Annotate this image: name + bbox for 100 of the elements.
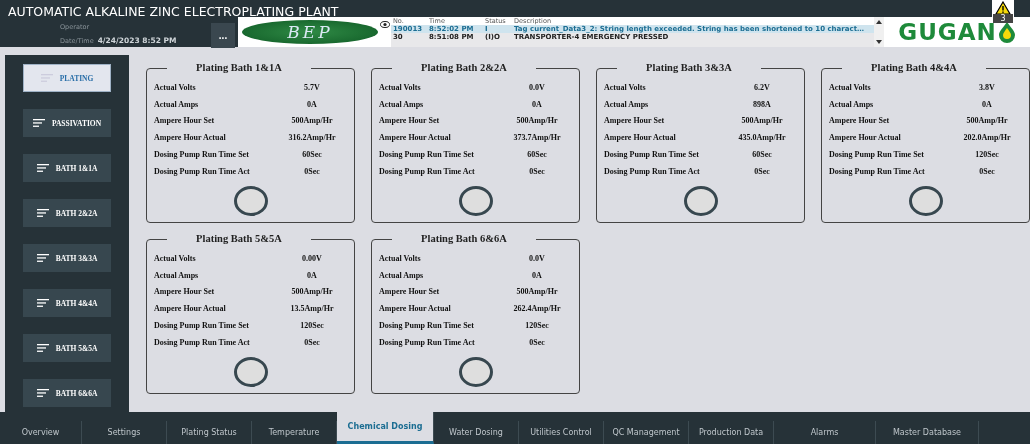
field-label: Dosing Pump Run Time Set — [154, 150, 250, 160]
field-value: 0Sec — [978, 166, 996, 176]
card-title: Plating Bath 4&4A — [842, 62, 986, 73]
field-label: Ampere Hour Set — [154, 287, 216, 297]
lines-icon — [36, 164, 49, 172]
field-label: Actual Amps — [154, 99, 200, 109]
lines-icon — [32, 119, 45, 127]
field-label: Ampere Hour Set — [829, 116, 891, 126]
card-title: Plating Bath 3&3A — [617, 62, 761, 73]
card-title: Plating Bath 2&2A — [392, 62, 536, 73]
field-value: 500Amp/Hr — [965, 116, 1009, 126]
field-value: 0A — [306, 99, 318, 109]
field-label: Ampere Hour Set — [379, 116, 441, 126]
status-lamp-icon — [458, 186, 493, 216]
lines-icon — [36, 209, 49, 217]
field-label: Actual Volts — [154, 82, 197, 92]
field-value: 0A — [981, 99, 993, 109]
field-value: 0.0V — [528, 82, 546, 92]
field-value: 120Sec — [524, 321, 550, 331]
nav-tab[interactable]: Chemical Dosing — [337, 412, 434, 444]
card-title: Plating Bath 5&5A — [167, 233, 311, 244]
field-label: Actual Volts — [604, 82, 647, 92]
field-label: Ampere Hour Actual — [154, 133, 227, 143]
field-label: Dosing Pump Run Time Act — [154, 166, 251, 176]
field-value: 0Sec — [303, 166, 321, 176]
menu-button[interactable]: ... — [211, 23, 235, 48]
field-value: 0.00V — [301, 253, 323, 263]
field-value: 373.7Amp/Hr — [512, 133, 562, 143]
field-label: Dosing Pump Run Time Set — [379, 321, 475, 331]
field-label: Ampere Hour Actual — [154, 304, 227, 314]
field-value: 202.0Amp/Hr — [962, 133, 1012, 143]
field-label: Actual Amps — [829, 99, 875, 109]
field-label: Actual Amps — [154, 270, 200, 280]
lines-icon — [36, 254, 49, 262]
field-value: 0Sec — [303, 337, 321, 347]
field-value: 3.8V — [978, 82, 996, 92]
scroll-up-icon[interactable] — [876, 20, 882, 24]
field-label: Ampere Hour Actual — [829, 133, 902, 143]
field-label: Ampere Hour Actual — [379, 304, 452, 314]
field-value: 316.2Amp/Hr — [287, 133, 337, 143]
field-value: 0A — [531, 270, 543, 280]
eye-icon[interactable] — [380, 21, 390, 28]
field-label: Actual Amps — [604, 99, 650, 109]
field-label: Dosing Pump Run Time Act — [154, 337, 251, 347]
company-logo: BEP — [242, 20, 378, 44]
field-value: 60Sec — [526, 150, 548, 160]
field-label: Actual Amps — [379, 99, 425, 109]
field-label: Actual Volts — [379, 253, 422, 263]
field-label: Dosing Pump Run Time Set — [829, 150, 925, 160]
field-value: 13.5Amp/Hr — [289, 304, 335, 314]
card-title: Plating Bath 1&1A — [167, 62, 311, 73]
field-value: 0Sec — [528, 166, 546, 176]
status-lamp-icon — [233, 357, 268, 387]
field-value: 500Amp/Hr — [290, 116, 334, 126]
field-value: 0Sec — [753, 166, 771, 176]
field-value: 120Sec — [974, 150, 1000, 160]
status-lamp-icon — [683, 186, 718, 216]
field-label: Dosing Pump Run Time Act — [829, 166, 926, 176]
field-label: Dosing Pump Run Time Act — [379, 337, 476, 347]
status-lamp-icon — [908, 186, 943, 216]
field-label: Ampere Hour Set — [604, 116, 666, 126]
status-lamp-icon — [233, 186, 268, 216]
field-value: 435.0Amp/Hr — [737, 133, 787, 143]
status-lamp-icon — [458, 357, 493, 387]
drop-icon — [997, 21, 1016, 43]
field-label: Actual Volts — [154, 253, 197, 263]
field-value: 898A — [752, 99, 772, 109]
field-value: 500Amp/Hr — [740, 116, 784, 126]
field-label: Ampere Hour Actual — [379, 133, 452, 143]
field-value: 60Sec — [301, 150, 323, 160]
field-value: 262.4Amp/Hr — [512, 304, 562, 314]
field-value: 500Amp/Hr — [290, 287, 334, 297]
field-value: 0A — [531, 99, 543, 109]
lines-icon — [36, 344, 49, 352]
field-label: Actual Volts — [379, 82, 422, 92]
field-label: Dosing Pump Run Time Set — [154, 321, 250, 331]
lines-icon — [40, 74, 53, 82]
field-label: Actual Amps — [379, 270, 425, 280]
scrollbar[interactable] — [874, 17, 884, 47]
field-value: 6.2V — [753, 82, 771, 92]
window-title: AUTOMATIC ALKALINE ZINC ELECTROPLATING PLANT — [7, 3, 340, 19]
field-value: 500Amp/Hr — [515, 116, 559, 126]
field-label: Ampere Hour Set — [154, 116, 216, 126]
field-value: 0A — [306, 270, 318, 280]
field-value: 500Amp/Hr — [515, 287, 559, 297]
field-value: 0Sec — [528, 337, 546, 347]
field-value: 5.7V — [303, 82, 321, 92]
scroll-down-icon[interactable] — [876, 40, 882, 44]
field-label: Dosing Pump Run Time Set — [379, 150, 475, 160]
lines-icon — [36, 389, 49, 397]
field-label: Actual Volts — [829, 82, 872, 92]
field-value: 60Sec — [751, 150, 773, 160]
card-title: Plating Bath 6&6A — [392, 233, 536, 244]
field-label: Ampere Hour Actual — [604, 133, 677, 143]
field-value: 120Sec — [299, 321, 325, 331]
field-label: Dosing Pump Run Time Act — [379, 166, 476, 176]
field-value: 0.0V — [528, 253, 546, 263]
field-label: Dosing Pump Run Time Act — [604, 166, 701, 176]
alarm-count: 3 — [993, 14, 1013, 23]
lines-icon — [36, 299, 49, 307]
